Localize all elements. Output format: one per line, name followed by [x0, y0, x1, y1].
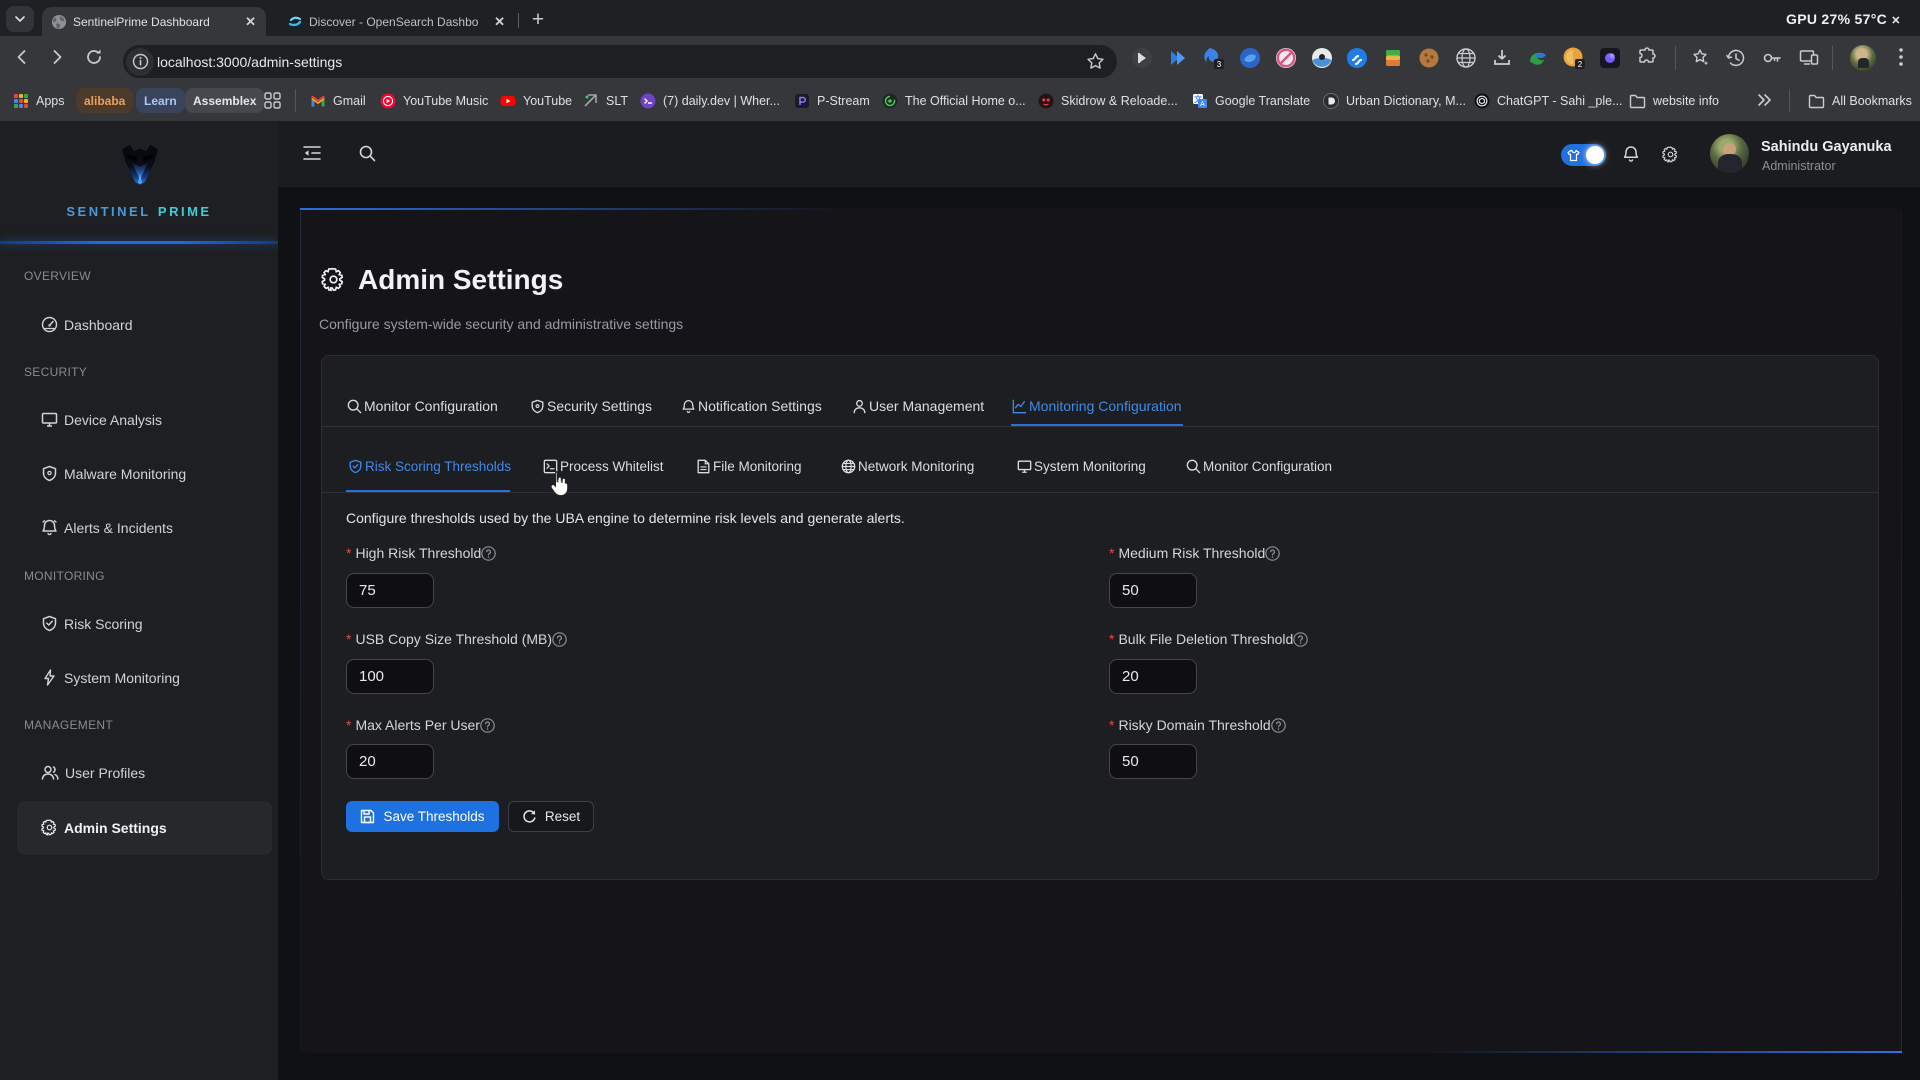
- svg-text:2: 2: [1578, 60, 1583, 69]
- svg-text:A: A: [1200, 101, 1205, 108]
- svg-text:3: 3: [1217, 60, 1222, 69]
